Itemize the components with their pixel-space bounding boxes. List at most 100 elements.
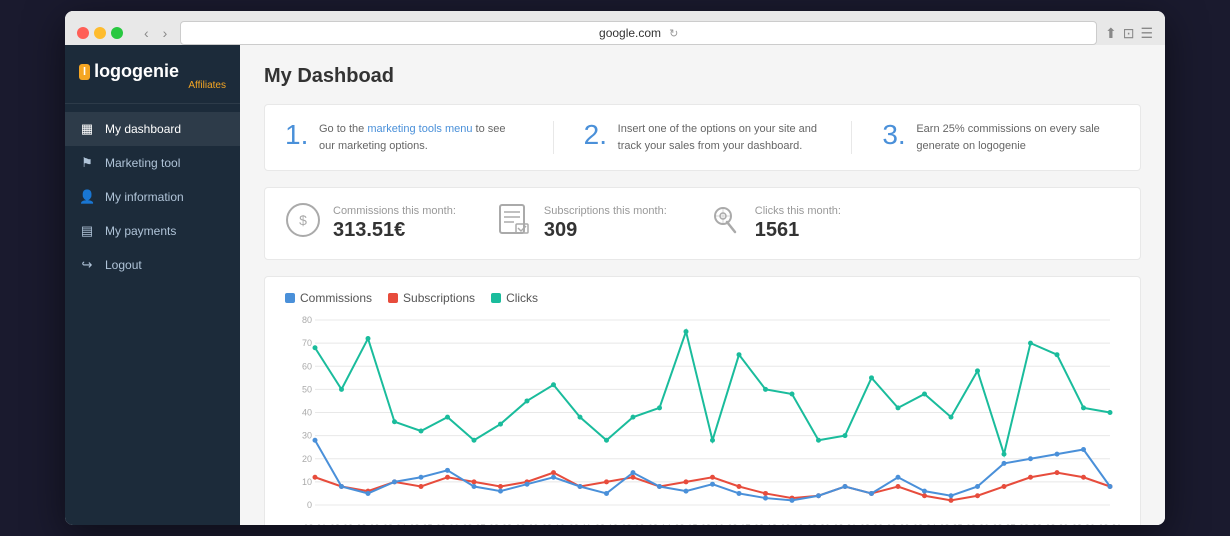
page-title: My Dashboad <box>264 65 1141 88</box>
url-text: google.com <box>599 26 661 40</box>
svg-text:08-02: 08-02 <box>330 523 353 525</box>
clicks-icon <box>707 202 743 245</box>
svg-text:08-05: 08-05 <box>409 523 432 525</box>
forward-button[interactable]: › <box>158 23 173 43</box>
step-1-number: 1. <box>285 121 309 149</box>
svg-text:08-07: 08-07 <box>462 523 485 525</box>
svg-text:08-10: 08-10 <box>542 523 565 525</box>
svg-text:0: 0 <box>307 500 312 510</box>
svg-text:08-04: 08-04 <box>383 523 406 525</box>
svg-text:08-18: 08-18 <box>754 523 777 525</box>
svg-text:40: 40 <box>302 408 312 418</box>
user-icon: 👤 <box>79 189 95 205</box>
legend-clicks: Clicks <box>491 291 538 305</box>
logout-icon: ↪ <box>79 257 95 273</box>
commissions-label: Commissions this month: <box>333 205 456 217</box>
clicks-value: 1561 <box>755 219 841 242</box>
svg-text:50: 50 <box>302 384 312 394</box>
svg-text:08-31: 08-31 <box>1098 523 1120 525</box>
stat-subscriptions: Subscriptions this month: 309 <box>496 202 667 245</box>
sidebar-toggle-button[interactable]: ☰ <box>1140 25 1153 42</box>
browser-window: ‹ › google.com ↻ ⬆ ⊡ ☰ l logogenie Affil… <box>65 11 1165 525</box>
legend-subscriptions-label: Subscriptions <box>403 291 475 305</box>
svg-text:70: 70 <box>302 338 312 348</box>
sidebar-label-dashboard: My dashboard <box>105 122 181 136</box>
maximize-button[interactable] <box>111 27 123 39</box>
logo-icon: l <box>79 64 90 80</box>
svg-text:08-30: 08-30 <box>1072 523 1095 525</box>
svg-text:08-23: 08-23 <box>886 523 909 525</box>
svg-text:08-29: 08-29 <box>1045 523 1068 525</box>
sidebar-item-payments[interactable]: ▤ My payments <box>65 214 240 248</box>
marketing-tools-link[interactable]: marketing tools menu <box>367 123 472 135</box>
chart-section: Commissions Subscriptions Clicks 0102030… <box>264 276 1141 525</box>
new-tab-button[interactable]: ⊡ <box>1123 25 1135 42</box>
svg-text:08-21: 08-21 <box>833 523 856 525</box>
step-2-number: 2. <box>584 121 608 149</box>
svg-text:08-03: 08-03 <box>356 523 379 525</box>
sidebar-label-payments: My payments <box>105 224 176 238</box>
svg-text:08-01: 08-01 <box>303 523 326 525</box>
svg-text:$: $ <box>299 212 307 228</box>
svg-text:80: 80 <box>302 315 312 325</box>
svg-text:08-15: 08-15 <box>674 523 697 525</box>
svg-text:08-11: 08-11 <box>569 523 591 525</box>
svg-text:20: 20 <box>302 454 312 464</box>
svg-text:08-28: 08-28 <box>1019 523 1042 525</box>
address-bar[interactable]: google.com ↻ <box>180 21 1097 45</box>
back-button[interactable]: ‹ <box>139 23 154 43</box>
legend-clicks-dot <box>491 293 501 303</box>
chart-container: 0102030405060708008-0108-0208-0308-0408-… <box>285 315 1120 525</box>
svg-text:10: 10 <box>302 477 312 487</box>
clicks-label: Clicks this month: <box>755 205 841 217</box>
svg-text:08-26: 08-26 <box>966 523 989 525</box>
payments-icon: ▤ <box>79 223 95 239</box>
stat-subscriptions-info: Subscriptions this month: 309 <box>544 205 667 242</box>
app-layout: l logogenie Affiliates ▦ My dashboard ⚑ … <box>65 45 1165 525</box>
sidebar-nav: ▦ My dashboard ⚑ Marketing tool 👤 My inf… <box>65 104 240 290</box>
step-1-text: Go to the marketing tools menu to see ou… <box>319 121 523 154</box>
svg-text:08-25: 08-25 <box>939 523 962 525</box>
legend-commissions: Commissions <box>285 291 372 305</box>
step-2-text: Insert one of the options on your site a… <box>618 121 822 154</box>
svg-text:08-22: 08-22 <box>860 523 883 525</box>
svg-text:08-09: 08-09 <box>515 523 538 525</box>
browser-actions: ⬆ ⊡ ☰ <box>1105 25 1153 42</box>
svg-text:08-17: 08-17 <box>727 523 750 525</box>
stat-clicks-info: Clicks this month: 1561 <box>755 205 841 242</box>
sidebar-item-logout[interactable]: ↪ Logout <box>65 248 240 282</box>
svg-text:08-14: 08-14 <box>648 523 671 525</box>
svg-text:08-24: 08-24 <box>913 523 936 525</box>
svg-text:08-16: 08-16 <box>701 523 724 525</box>
nav-arrows: ‹ › <box>139 23 172 43</box>
browser-chrome: ‹ › google.com ↻ ⬆ ⊡ ☰ <box>65 11 1165 45</box>
reload-icon[interactable]: ↻ <box>669 27 678 40</box>
svg-text:08-20: 08-20 <box>807 523 830 525</box>
legend-subscriptions-dot <box>388 293 398 303</box>
svg-text:08-13: 08-13 <box>621 523 644 525</box>
sidebar-item-dashboard[interactable]: ▦ My dashboard <box>65 112 240 146</box>
step-3-number: 3. <box>882 121 906 149</box>
sidebar: l logogenie Affiliates ▦ My dashboard ⚑ … <box>65 45 240 525</box>
minimize-button[interactable] <box>94 27 106 39</box>
subscriptions-value: 309 <box>544 219 667 242</box>
share-button[interactable]: ⬆ <box>1105 25 1117 42</box>
dashboard-icon: ▦ <box>79 121 95 137</box>
logo-text: logogenie <box>94 61 179 82</box>
sidebar-label-marketing: Marketing tool <box>105 156 180 170</box>
subscriptions-icon <box>496 202 532 245</box>
sidebar-item-information[interactable]: 👤 My information <box>65 180 240 214</box>
svg-text:08-06: 08-06 <box>436 523 459 525</box>
close-button[interactable] <box>77 27 89 39</box>
commissions-value: 313.51€ <box>333 219 456 242</box>
stat-commissions: $ Commissions this month: 313.51€ <box>285 202 456 245</box>
sidebar-item-marketing[interactable]: ⚑ Marketing tool <box>65 146 240 180</box>
sidebar-label-logout: Logout <box>105 258 142 272</box>
svg-text:08-19: 08-19 <box>780 523 803 525</box>
stat-commissions-info: Commissions this month: 313.51€ <box>333 205 456 242</box>
step-3: 3. Earn 25% commissions on every sale ge… <box>882 121 1120 154</box>
step-1: 1. Go to the marketing tools menu to see… <box>285 121 523 154</box>
svg-text:08-08: 08-08 <box>489 523 512 525</box>
logo-area: l logogenie Affiliates <box>65 45 240 104</box>
stats-section: $ Commissions this month: 313.51€ <box>264 187 1141 260</box>
